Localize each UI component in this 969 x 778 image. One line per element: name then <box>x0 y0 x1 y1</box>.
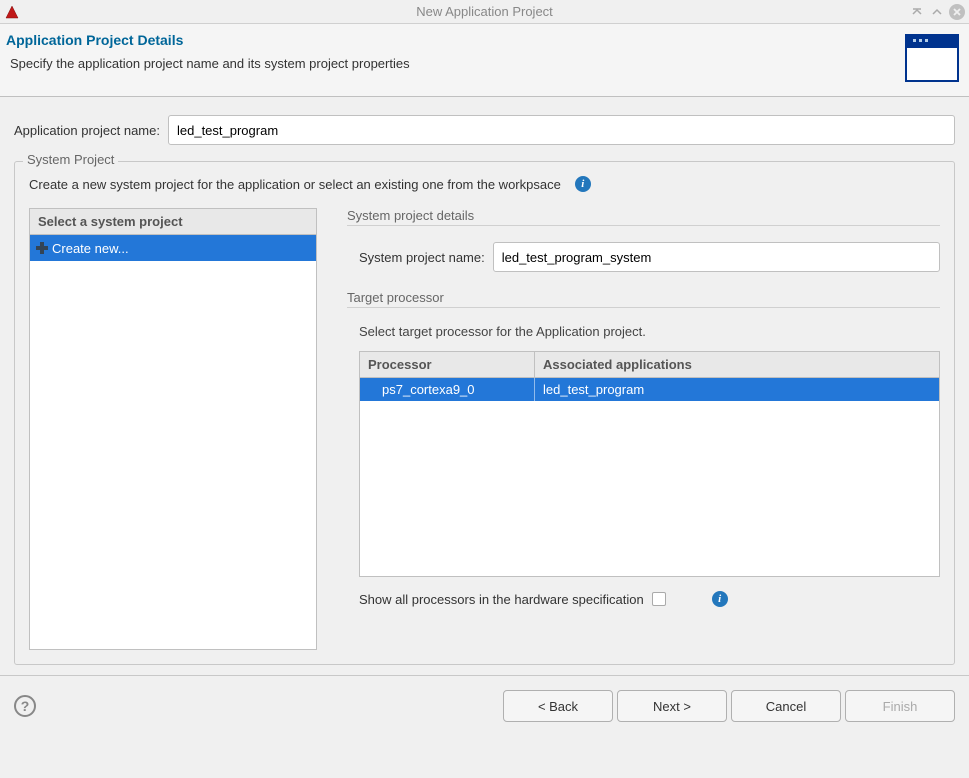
create-new-label: Create new... <box>52 241 129 256</box>
back-button[interactable]: < Back <box>503 690 613 722</box>
system-name-input[interactable] <box>493 242 940 272</box>
system-project-details: System project details System project na… <box>347 208 940 650</box>
create-new-item[interactable]: Create new... <box>30 235 316 261</box>
table-header: Processor Associated applications <box>360 352 939 378</box>
plus-icon <box>34 240 50 256</box>
system-name-label: System project name: <box>359 250 485 265</box>
app-name-input[interactable] <box>168 115 955 145</box>
system-name-row: System project name: <box>347 242 940 272</box>
system-project-fieldset: System Project Create a new system proje… <box>14 161 955 665</box>
window-controls <box>909 4 965 20</box>
processor-table: Processor Associated applications ps7_co… <box>359 351 940 577</box>
page-description: Specify the application project name and… <box>10 56 897 71</box>
target-processor-desc: Select target processor for the Applicat… <box>359 324 940 339</box>
close-icon[interactable] <box>949 4 965 20</box>
next-button[interactable]: Next > <box>617 690 727 722</box>
wizard-header: Application Project Details Specify the … <box>0 24 969 97</box>
app-name-row: Application project name: <box>14 115 955 145</box>
cell-app: led_test_program <box>535 378 939 401</box>
wizard-footer: ? < Back Next > Cancel Finish <box>0 675 969 736</box>
system-project-desc-row: Create a new system project for the appl… <box>29 176 940 192</box>
page-title: Application Project Details <box>6 32 897 48</box>
collapse-icon[interactable] <box>909 4 925 20</box>
system-project-desc: Create a new system project for the appl… <box>29 177 561 192</box>
divider <box>347 307 940 308</box>
titlebar: New Application Project <box>0 0 969 24</box>
table-row[interactable]: ps7_cortexa9_0 led_test_program <box>360 378 939 401</box>
system-project-list: Select a system project Create new... <box>29 208 317 650</box>
content-area: Application project name: System Project… <box>0 97 969 675</box>
system-project-list-header: Select a system project <box>30 209 316 235</box>
show-all-label: Show all processors in the hardware spec… <box>359 592 644 607</box>
info-icon[interactable]: i <box>575 176 591 192</box>
window-title: New Application Project <box>416 4 553 19</box>
show-all-checkbox[interactable] <box>652 592 666 606</box>
wizard-banner-icon <box>905 34 959 82</box>
app-icon <box>4 4 20 20</box>
help-icon[interactable]: ? <box>14 695 36 717</box>
info-icon[interactable]: i <box>712 591 728 607</box>
col-processor[interactable]: Processor <box>360 352 535 377</box>
cell-processor: ps7_cortexa9_0 <box>360 378 535 401</box>
app-name-label: Application project name: <box>14 123 160 138</box>
details-section-title: System project details <box>347 208 940 223</box>
minimize-icon[interactable] <box>929 4 945 20</box>
target-processor-title: Target processor <box>347 290 940 305</box>
show-all-row: Show all processors in the hardware spec… <box>347 591 940 607</box>
col-associated-apps[interactable]: Associated applications <box>535 352 939 377</box>
system-project-legend: System Project <box>23 152 118 167</box>
footer-buttons: < Back Next > Cancel Finish <box>503 690 955 722</box>
divider <box>347 225 940 226</box>
cancel-button[interactable]: Cancel <box>731 690 841 722</box>
finish-button[interactable]: Finish <box>845 690 955 722</box>
